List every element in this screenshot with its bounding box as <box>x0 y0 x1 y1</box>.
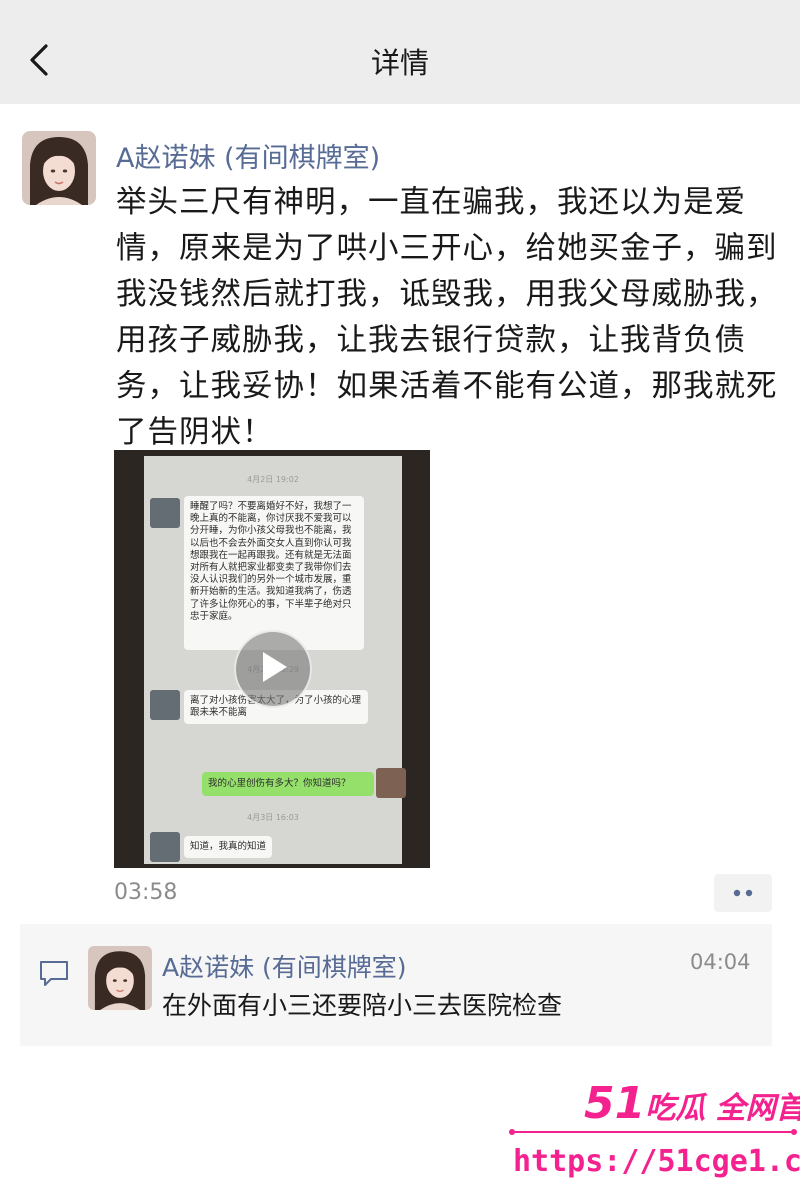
watermark-number: 51 <box>584 1078 646 1129</box>
watermark-slogan: 吃瓜 全网首发 <box>645 1091 800 1126</box>
chat-bubble-self: 我的心里创伤有多大？你知道吗？ <box>202 772 374 796</box>
more-button[interactable] <box>714 874 772 912</box>
comment-section: A赵诺妹 (有间棋牌室) 04:04 在外面有小三还要陪小三去医院检查 <box>20 924 772 1046</box>
watermark-line <box>509 1129 797 1135</box>
chat-avatar <box>150 832 180 862</box>
comment-avatar[interactable] <box>88 946 152 1010</box>
chat-timestamp: 4月3日 16:03 <box>247 813 299 822</box>
post-author[interactable]: A赵诺妹 (有间棋牌室) <box>116 136 380 175</box>
chat-avatar <box>150 498 180 528</box>
post-text: 举头三尺有神明，一直在骗我，我还以为是爱情，原来是为了哄小三开心，给她买金子，骗… <box>116 185 778 450</box>
page-title: 详情 <box>370 46 429 80</box>
play-icon[interactable] <box>234 630 312 708</box>
watermark-logo: 51吃瓜 全网首发 <box>584 1078 800 1129</box>
video-thumbnail[interactable]: 4月2日 19:02 睡醒了吗？不要离婚好不好，我想了一晚上真的不能离，你讨厌我… <box>114 450 430 868</box>
comment-time: 04:04 <box>690 950 751 974</box>
dots-icon <box>733 889 753 897</box>
chat-avatar <box>150 690 180 720</box>
avatar[interactable] <box>22 131 96 205</box>
chat-bubble: 知道，我真的知道 <box>184 836 273 859</box>
watermark-url: https://51cge1.com <box>513 1144 800 1179</box>
chat-bubble: 睡醒了吗？不要离婚好不好，我想了一晚上真的不能离，你讨厌我不爱我可以分开睡，为你… <box>184 496 364 650</box>
comment-author[interactable]: A赵诺妹 (有间棋牌室) <box>162 948 407 984</box>
top-bar: 详情 <box>0 0 800 104</box>
chat-avatar-self <box>376 768 406 798</box>
chat-timestamp: 4月2日 19:02 <box>247 475 299 484</box>
comment-text: 在外面有小三还要陪小三去医院检查 <box>162 991 563 1020</box>
comment-icon <box>40 961 68 986</box>
post-time: 03:58 <box>114 880 178 905</box>
